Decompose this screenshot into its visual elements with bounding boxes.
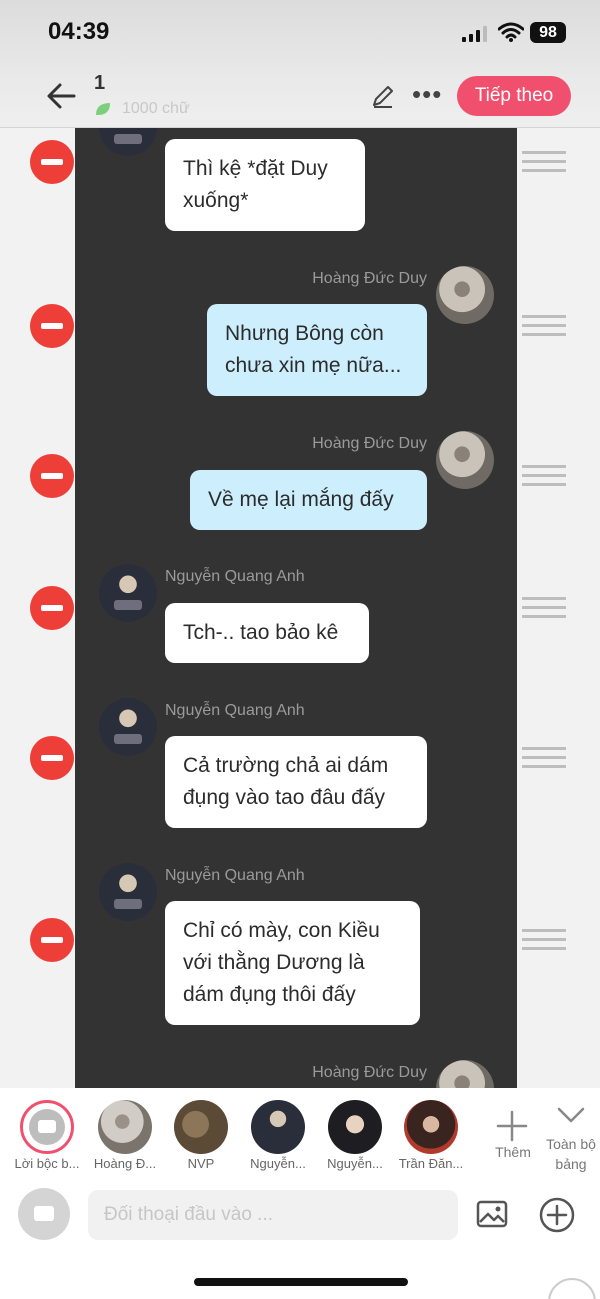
character-label: Nguyễn...: [327, 1156, 383, 1171]
dialogue-input[interactable]: [88, 1190, 458, 1240]
delete-message-button[interactable]: [30, 304, 74, 348]
character-label: NVP: [187, 1156, 215, 1171]
character-avatar[interactable]: [98, 1100, 152, 1154]
character-label: Nguyễn...: [250, 1156, 306, 1171]
pencil-icon[interactable]: [370, 83, 396, 109]
speaker-name: Nguyễn Quang Anh: [165, 568, 305, 585]
character-label: Trần Đăn...: [398, 1156, 464, 1171]
message-bubble[interactable]: Về mẹ lại mắng đấy: [190, 470, 427, 530]
delete-message-button[interactable]: [30, 736, 74, 780]
delete-message-button[interactable]: [30, 586, 74, 630]
more-options-icon[interactable]: •••: [412, 81, 444, 108]
drag-handle-icon[interactable]: [522, 151, 566, 175]
signal-icon: [462, 26, 487, 42]
character-avatar[interactable]: [174, 1100, 228, 1154]
document-title: 1: [94, 72, 106, 94]
narration-icon: [29, 1109, 65, 1145]
avatar: [99, 128, 157, 156]
avatar: [99, 564, 157, 622]
speaker-name: Nguyễn Quang Anh: [165, 867, 305, 884]
delete-message-button[interactable]: [30, 918, 74, 962]
speaker-name: Hoàng Đức Duy: [312, 435, 427, 452]
status-time: 04:39: [48, 18, 110, 45]
plus-icon[interactable]: [492, 1106, 532, 1146]
character-avatar[interactable]: [328, 1100, 382, 1154]
drag-handle-icon[interactable]: [522, 597, 566, 621]
speaker-name: Nguyễn Quang Anh: [165, 702, 305, 719]
avatar: [436, 431, 494, 489]
message-bubble[interactable]: Tch-.. tao bảo kê: [165, 603, 369, 663]
speaker-name: Hoàng Đức Duy: [312, 1064, 427, 1081]
battery-indicator: 98: [530, 22, 566, 43]
image-icon[interactable]: [476, 1200, 508, 1228]
message-bubble[interactable]: Cả trường chả ai dám đụng vào tao đâu đấ…: [165, 736, 427, 828]
collapse-label[interactable]: Toàn bộ bảng: [540, 1134, 600, 1174]
message-bubble[interactable]: Thì kệ *đặt Duy xuống*: [165, 139, 365, 231]
drag-handle-icon[interactable]: [522, 747, 566, 771]
avatar: [436, 1060, 494, 1088]
delete-message-button[interactable]: [30, 454, 74, 498]
back-arrow-icon[interactable]: [44, 80, 78, 112]
character-label: Lời bộc b...: [14, 1156, 80, 1171]
message-bubble[interactable]: Chỉ có mày, con Kiều với thằng Dương là …: [165, 901, 420, 1025]
speaker-name: Hoàng Đức Duy: [312, 270, 427, 287]
narration-toggle[interactable]: [18, 1188, 70, 1240]
character-avatar[interactable]: [404, 1100, 458, 1154]
character-label: Hoàng Đ...: [93, 1156, 157, 1171]
delete-message-button[interactable]: [30, 140, 74, 184]
narration-character[interactable]: [20, 1100, 74, 1154]
avatar: [99, 863, 157, 921]
chevron-down-icon[interactable]: [556, 1106, 586, 1124]
drag-handle-icon[interactable]: [522, 315, 566, 339]
chat-panel: Thì kệ *đặt Duy xuống* Hoàng Đức Duy Như…: [75, 128, 517, 1088]
leaf-icon: [96, 103, 110, 115]
home-indicator: [194, 1278, 408, 1286]
add-circle-icon[interactable]: [538, 1196, 576, 1234]
drag-handle-icon[interactable]: [522, 465, 566, 489]
word-count: 1000 chữ: [122, 100, 190, 117]
top-bar: 04:39 98 1 1000 chữ ••• Tiếp theo: [0, 0, 600, 128]
add-character-label[interactable]: Thêm: [486, 1144, 540, 1160]
message-bubble[interactable]: Nhưng Bông còn chưa xin mẹ nữa...: [207, 304, 427, 396]
character-avatar[interactable]: [251, 1100, 305, 1154]
avatar: [436, 266, 494, 324]
drag-handle-icon[interactable]: [522, 929, 566, 953]
next-button[interactable]: Tiếp theo: [457, 76, 571, 116]
avatar: [99, 698, 157, 756]
wifi-icon: [498, 22, 524, 42]
